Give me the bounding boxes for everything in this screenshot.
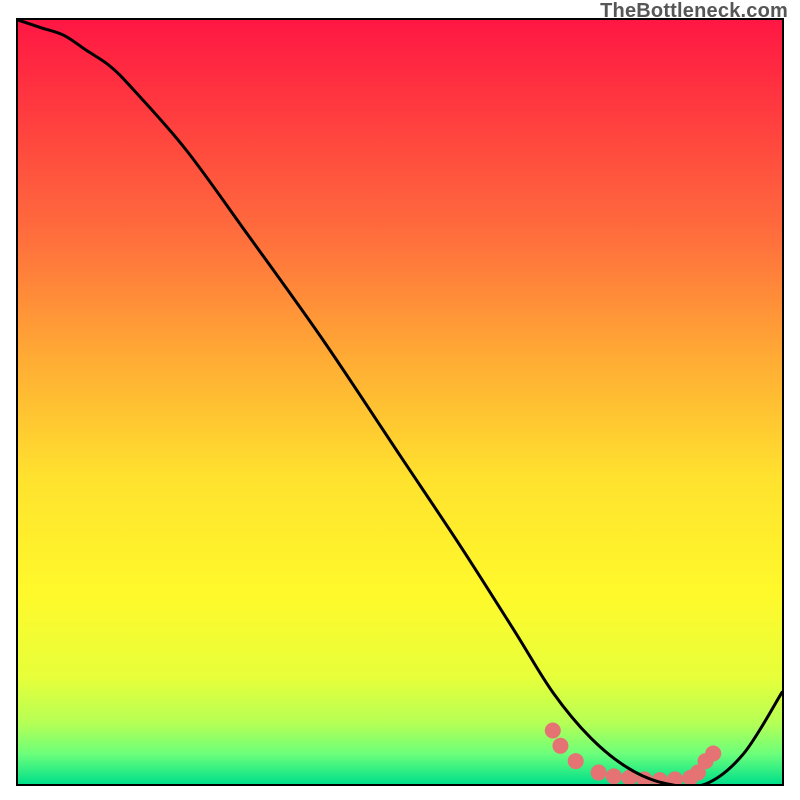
- plot-frame: [16, 18, 784, 786]
- highlight-point: [568, 753, 584, 769]
- highlight-point: [667, 771, 683, 784]
- chart-svg: [18, 20, 782, 784]
- highlight-point: [591, 765, 607, 781]
- bottleneck-curve: [18, 20, 782, 784]
- chart-container: TheBottleneck.com: [0, 0, 800, 800]
- highlight-points-group: [545, 723, 721, 784]
- highlight-point: [552, 738, 568, 754]
- highlight-point: [545, 723, 561, 739]
- highlight-point: [705, 745, 721, 761]
- highlight-point: [606, 768, 622, 784]
